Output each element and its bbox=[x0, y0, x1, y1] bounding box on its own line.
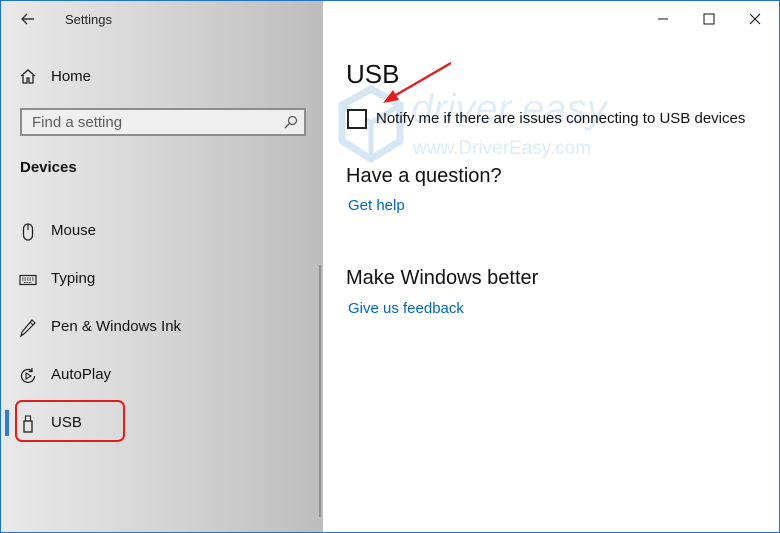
minimize-icon bbox=[658, 18, 668, 20]
close-button[interactable] bbox=[745, 9, 765, 29]
sidebar-item-label: Mouse bbox=[51, 222, 97, 239]
close-icon bbox=[749, 13, 761, 25]
sidebar-item-label: Typing bbox=[51, 270, 96, 287]
page-title: USB bbox=[346, 59, 400, 89]
search-input[interactable] bbox=[22, 110, 272, 134]
give-feedback-link[interactable]: Give us feedback bbox=[348, 300, 464, 317]
sidebar-item-label: Home bbox=[51, 67, 92, 85]
sidebar-item-home[interactable]: Home bbox=[19, 64, 91, 88]
mouse-icon bbox=[19, 223, 37, 241]
make-windows-better-heading: Make Windows better bbox=[346, 267, 539, 289]
sidebar-item-label: AutoPlay bbox=[51, 366, 112, 383]
minimize-button[interactable] bbox=[653, 9, 673, 29]
sidebar-item-typing[interactable]: Typing bbox=[1, 262, 323, 296]
highlight-annotation bbox=[15, 400, 125, 442]
app-title: Settings bbox=[65, 12, 112, 27]
watermark-url: www.DriverEasy.com bbox=[413, 138, 592, 159]
get-help-link[interactable]: Get help bbox=[348, 197, 405, 214]
sidebar-scrollbar[interactable] bbox=[319, 265, 321, 517]
search-icon[interactable] bbox=[284, 115, 298, 129]
back-arrow-icon bbox=[21, 13, 34, 25]
sidebar: Settings Home Devices Mouse Ty bbox=[1, 1, 323, 532]
sidebar-item-pen-windows-ink[interactable]: Pen & Windows Ink bbox=[1, 310, 323, 344]
notify-checkbox-label[interactable]: Notify me if there are issues connecting… bbox=[376, 110, 745, 127]
sidebar-item-autoplay[interactable]: AutoPlay bbox=[1, 358, 323, 392]
sidebar-item-mouse[interactable]: Mouse bbox=[1, 214, 323, 248]
notify-checkbox[interactable] bbox=[347, 109, 367, 129]
autoplay-icon bbox=[19, 367, 37, 385]
section-heading: Devices bbox=[20, 159, 77, 176]
sidebar-item-label: Pen & Windows Ink bbox=[51, 318, 182, 335]
search-box[interactable] bbox=[20, 108, 306, 136]
home-icon bbox=[20, 69, 36, 84]
keyboard-icon bbox=[19, 271, 37, 289]
back-button[interactable] bbox=[15, 7, 41, 31]
pen-icon bbox=[19, 319, 37, 337]
maximize-icon bbox=[703, 13, 715, 25]
maximize-button[interactable] bbox=[699, 9, 719, 29]
question-heading: Have a question? bbox=[346, 165, 502, 187]
settings-window: Settings Home Devices Mouse Ty bbox=[0, 0, 780, 533]
